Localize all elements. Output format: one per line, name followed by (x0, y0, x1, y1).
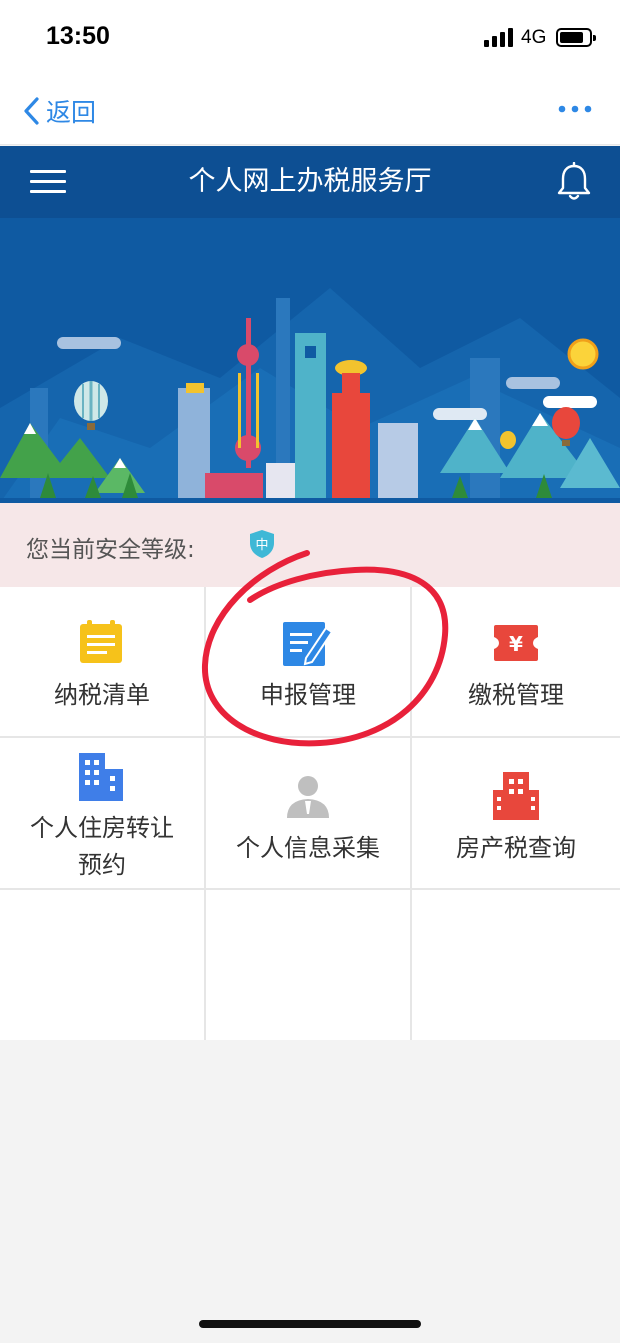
more-dots-icon[interactable] (556, 99, 596, 119)
city-banner (0, 218, 620, 503)
grid-item-tax-list[interactable]: 纳税清单 (0, 587, 204, 736)
network-label: 4G (521, 27, 547, 48)
chevron-left-icon (24, 97, 39, 125)
app-header: 个人网上办税服务厅 (0, 146, 620, 218)
grid-item-tax-payment[interactable]: ¥ 缴税管理 (412, 587, 620, 736)
document-list-icon (80, 620, 122, 663)
battery-icon (556, 28, 596, 47)
status-time: 13:50 (46, 22, 110, 50)
grid-item-property-tax-query[interactable]: 房产税查询 (412, 738, 620, 888)
grid-empty-cell (0, 890, 204, 1040)
status-bar: 13:50 4G (0, 0, 620, 75)
grid-item-declaration-management[interactable]: 申报管理 (206, 587, 410, 736)
signal-icon (484, 28, 516, 47)
security-level-label: 您当前安全等级: (26, 537, 195, 563)
back-button[interactable]: 返回 (22, 93, 96, 129)
bell-icon[interactable] (555, 162, 593, 202)
grid-item-personal-info-collection[interactable]: 个人信息采集 (206, 738, 410, 888)
grid-empty-cell (412, 890, 620, 1040)
yuan-ticket-icon: ¥ (494, 625, 538, 661)
grid-item-label: 缴税管理 (468, 681, 564, 709)
service-grid: 纳税清单 申报管理 ¥ 缴税管理 个人住房转让 预约 个人信息采集 房产税查询 (0, 587, 620, 1040)
home-indicator (199, 1320, 421, 1328)
grid-item-label: 纳税清单 (54, 681, 150, 709)
grid-item-housing-transfer-appointment[interactable]: 个人住房转让 预约 (0, 738, 204, 888)
hamburger-menu-icon[interactable] (30, 168, 68, 196)
person-icon (287, 776, 329, 818)
security-level-value: 中 (255, 538, 268, 553)
page-title: 个人网上办税服务厅 (188, 166, 432, 197)
back-label: 返回 (46, 98, 97, 127)
shield-icon: 中 (249, 529, 275, 559)
grid-empty-cell (206, 890, 410, 1040)
grid-item-label-line1: 个人住房转让 (30, 814, 174, 842)
buildings-icon (493, 772, 539, 820)
city-skyline-illustration (0, 288, 620, 503)
svg-text:¥: ¥ (509, 632, 523, 656)
building-icon (79, 753, 123, 801)
grid-item-label: 房产税查询 (456, 834, 576, 862)
security-level-bar: 您当前安全等级: (0, 503, 620, 587)
grid-item-label: 申报管理 (260, 681, 356, 709)
grid-item-label-line2: 预约 (78, 851, 126, 879)
nav-bar: 返回 (0, 75, 620, 145)
grid-item-label: 个人信息采集 (236, 834, 380, 862)
edit-form-icon (283, 622, 334, 666)
